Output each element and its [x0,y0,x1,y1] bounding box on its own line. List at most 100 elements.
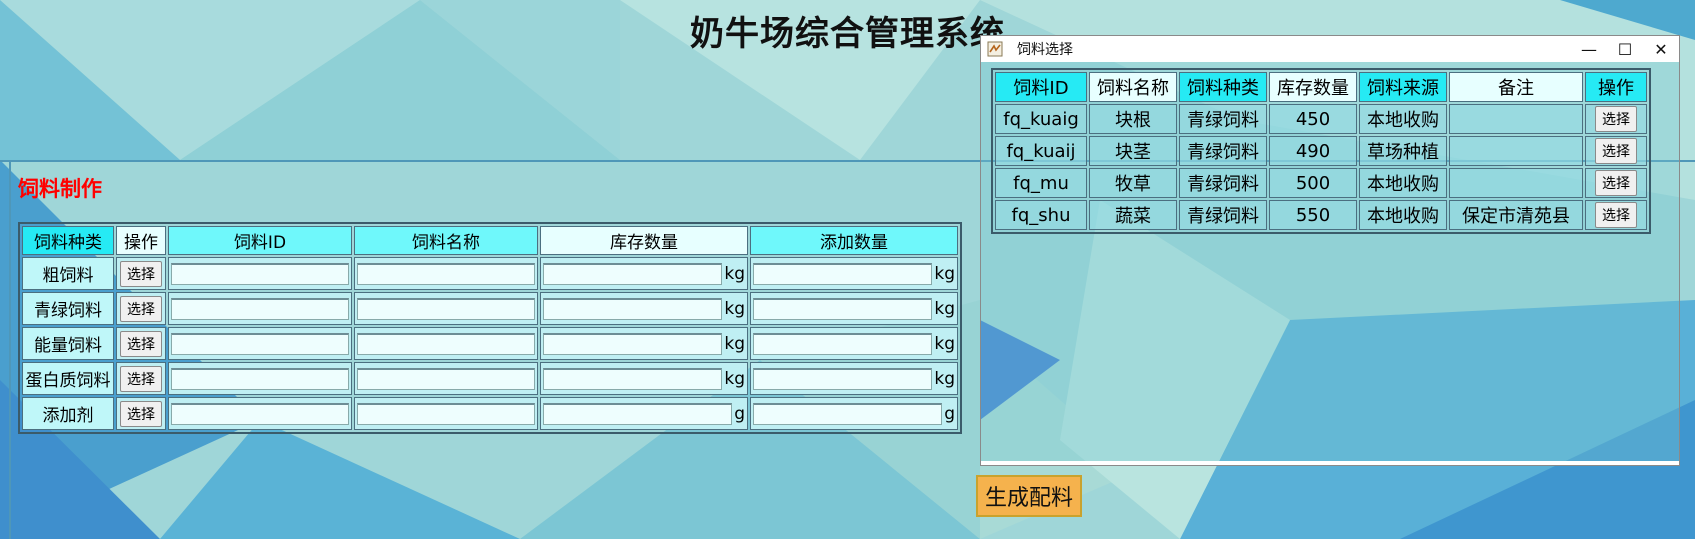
header-action: 操作 [116,226,166,255]
generate-button[interactable]: 生成配料 [976,475,1082,517]
feed-type-cell: 青绿饲料 [1179,200,1267,230]
source-cell: 本地收购 [1359,168,1447,198]
select-button[interactable]: 选择 [1595,202,1637,228]
source-cell: 本地收购 [1359,104,1447,134]
table-row: 添加剂 选择 g g [22,397,958,430]
stock-input[interactable] [543,297,723,320]
table-row: 青绿饲料 选择 kg kg [22,292,958,325]
unit-label: kg [934,333,955,354]
select-button[interactable]: 选择 [1595,106,1637,132]
dialog-body: 饲料ID 饲料名称 饲料种类 库存数量 饲料来源 备注 操作 fq_kuaig … [981,62,1679,465]
feed-id-input[interactable] [171,262,349,285]
feed-table-header-row: 饲料种类 操作 饲料ID 饲料名称 库存数量 添加数量 [22,226,958,255]
feed-id-input[interactable] [171,367,349,390]
stock-input[interactable] [543,367,723,390]
add-amount-input[interactable] [753,262,933,285]
dialog-bottom-edge [981,461,1679,465]
header-feed-id: 饲料ID [168,226,352,255]
header-category: 饲料种类 [22,226,114,255]
select-button[interactable]: 选择 [120,400,162,427]
table-row: fq_kuaig 块根 青绿饲料 450 本地收购 选择 [995,104,1647,134]
feed-id-cell: fq_kuaig [995,104,1087,134]
maximize-icon[interactable]: ☐ [1607,40,1643,59]
note-cell [1449,104,1583,134]
feed-select-table: 饲料ID 饲料名称 饲料种类 库存数量 饲料来源 备注 操作 fq_kuaig … [991,68,1651,234]
stock-cell: 550 [1269,200,1357,230]
category-cell: 能量饲料 [22,327,114,360]
feed-name-input[interactable] [357,262,535,285]
header-note: 备注 [1449,72,1583,102]
feed-select-dialog: 饲料选择 — ☐ ✕ 饲料ID 饲料名称 饲料种类 库存数量 饲料来源 备注 操… [980,35,1680,466]
select-button[interactable]: 选择 [1595,138,1637,164]
category-cell: 青绿饲料 [22,292,114,325]
feed-name-cell: 牧草 [1089,168,1177,198]
source-cell: 草场种植 [1359,136,1447,166]
minimize-icon[interactable]: — [1571,40,1607,59]
header-stock: 库存数量 [1269,72,1357,102]
feed-name-input[interactable] [357,332,535,355]
select-button[interactable]: 选择 [120,295,162,322]
unit-label: kg [934,298,955,319]
table-row: fq_kuaij 块茎 青绿饲料 490 草场种植 选择 [995,136,1647,166]
note-cell: 保定市清苑县 [1449,200,1583,230]
feed-make-table: 饲料种类 操作 饲料ID 饲料名称 库存数量 添加数量 粗饲料 选择 kg kg… [18,222,962,434]
select-button[interactable]: 选择 [120,365,162,392]
add-amount-input[interactable] [753,367,933,390]
table-row: fq_mu 牧草 青绿饲料 500 本地收购 选择 [995,168,1647,198]
section-title: 饲料制作 [18,177,102,201]
stock-cell: 500 [1269,168,1357,198]
unit-label: kg [934,368,955,389]
add-amount-input[interactable] [753,297,933,320]
feed-id-input[interactable] [171,332,349,355]
stock-input[interactable] [543,262,723,285]
table-row: fq_shu 蔬菜 青绿饲料 550 本地收购 保定市清苑县 选择 [995,200,1647,230]
note-cell [1449,168,1583,198]
feed-name-cell: 块根 [1089,104,1177,134]
table-row: 蛋白质饲料 选择 kg kg [22,362,958,395]
feed-name-cell: 蔬菜 [1089,200,1177,230]
feed-name-input[interactable] [357,402,535,425]
header-feed-name: 饲料名称 [354,226,538,255]
unit-label: kg [724,298,745,319]
feed-type-cell: 青绿饲料 [1179,136,1267,166]
feed-name-input[interactable] [357,367,535,390]
select-table-header-row: 饲料ID 饲料名称 饲料种类 库存数量 饲料来源 备注 操作 [995,72,1647,102]
unit-label: kg [724,368,745,389]
header-feed-name: 饲料名称 [1089,72,1177,102]
feed-type-cell: 青绿饲料 [1179,104,1267,134]
dialog-titlebar[interactable]: 饲料选择 — ☐ ✕ [981,36,1679,62]
header-feed-type: 饲料种类 [1179,72,1267,102]
select-button[interactable]: 选择 [1595,170,1637,196]
select-button[interactable]: 选择 [120,330,162,357]
header-source: 饲料来源 [1359,72,1447,102]
stock-cell: 490 [1269,136,1357,166]
unit-label: kg [934,263,955,284]
close-icon[interactable]: ✕ [1643,40,1679,59]
header-add-amount: 添加数量 [750,226,958,255]
add-amount-input[interactable] [753,402,943,425]
feed-name-input[interactable] [357,297,535,320]
category-cell: 蛋白质饲料 [22,362,114,395]
source-cell: 本地收购 [1359,200,1447,230]
feed-type-cell: 青绿饲料 [1179,168,1267,198]
select-button[interactable]: 选择 [120,260,162,287]
feed-id-input[interactable] [171,402,349,425]
table-row: 能量饲料 选择 kg kg [22,327,958,360]
unit-label: kg [724,263,745,284]
app-icon [987,41,1003,57]
stock-input[interactable] [543,402,733,425]
feed-id-cell: fq_kuaij [995,136,1087,166]
category-cell: 粗饲料 [22,257,114,290]
feed-id-input[interactable] [171,297,349,320]
stock-cell: 450 [1269,104,1357,134]
panel-left-border [9,162,11,539]
dialog-title: 饲料选择 [1017,42,1073,58]
feed-name-cell: 块茎 [1089,136,1177,166]
stock-input[interactable] [543,332,723,355]
note-cell [1449,136,1583,166]
feed-id-cell: fq_mu [995,168,1087,198]
add-amount-input[interactable] [753,332,933,355]
header-feed-id: 饲料ID [995,72,1087,102]
table-row: 粗饲料 选择 kg kg [22,257,958,290]
category-cell: 添加剂 [22,397,114,430]
